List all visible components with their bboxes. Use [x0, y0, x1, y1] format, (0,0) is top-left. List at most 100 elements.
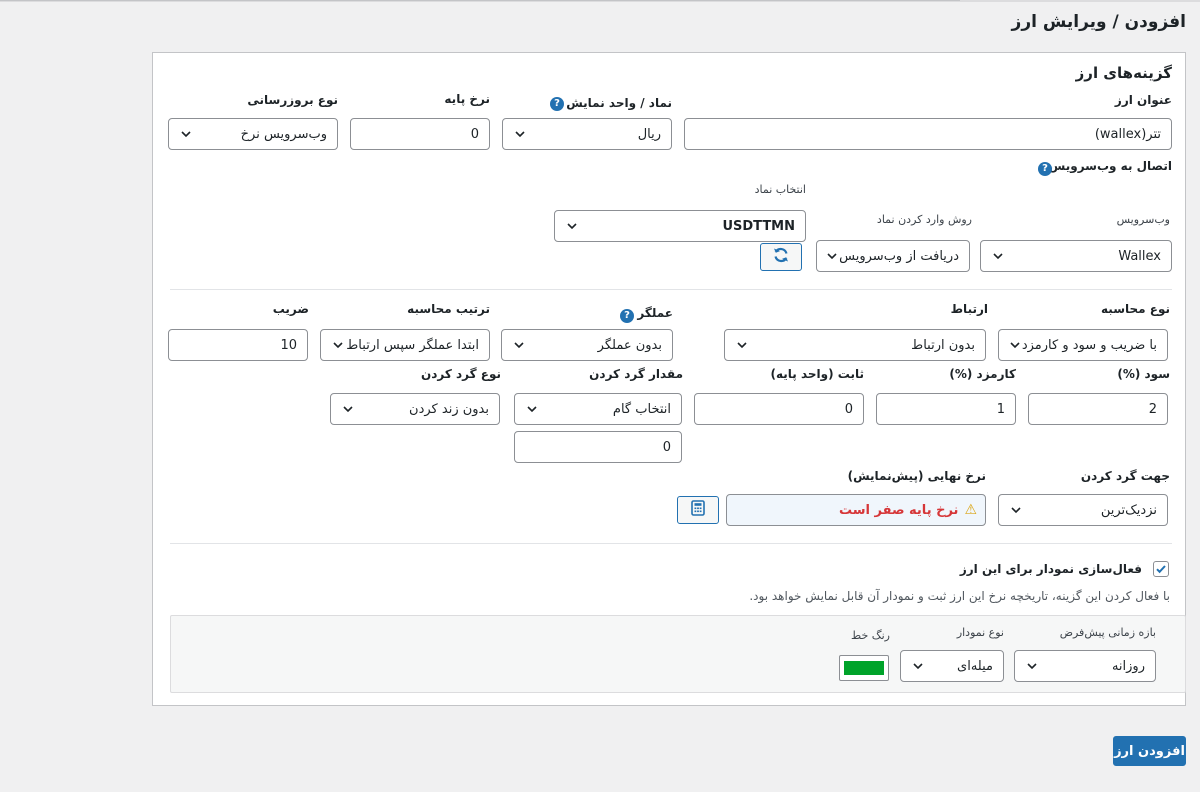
final-rate-preview: ⚠ نرخ پایه صفر است — [726, 494, 986, 526]
chevron-down-icon — [341, 402, 355, 416]
default-period-label: بازه زمانی پیش‌فرض — [1059, 626, 1156, 639]
operator-value: بدون عملگر — [597, 337, 662, 353]
select-symbol-select[interactable]: USDTTMN — [554, 210, 806, 242]
line-color-picker[interactable] — [839, 655, 889, 681]
base-rate-label: نرخ پایه — [444, 92, 490, 106]
symbol-input-method-label: روش وارد کردن نماد — [876, 213, 972, 226]
chevron-down-icon — [525, 402, 539, 416]
currency-title-value: تتر(wallex) — [1094, 126, 1161, 142]
add-currency-button[interactable]: افزودن ارز — [1113, 736, 1186, 766]
checkmark-icon — [1155, 560, 1167, 579]
symbol-select[interactable]: ریال — [502, 118, 672, 150]
link-label: ارتباط — [950, 302, 988, 316]
fixed-label: ثابت (واحد پایه) — [770, 367, 865, 381]
rounding-amount-label: مقدار گرد کردن — [589, 367, 683, 381]
rounding-type-select[interactable]: بدون زند کردن — [330, 393, 500, 425]
symbol-label: نماد / واحد نمایش — [566, 96, 672, 110]
profit-input[interactable]: 2 — [1028, 393, 1168, 425]
chart-type-value: میله‌ای — [957, 658, 993, 674]
default-period-select[interactable]: روزانه — [1014, 650, 1156, 682]
symbol-input-method-value: دریافت از وب‌سرویس — [839, 248, 959, 264]
fee-value: 1 — [996, 401, 1005, 417]
webservice-section-label: اتصال به وب‌سرویس — [1048, 159, 1172, 173]
line-color-swatch — [844, 661, 884, 675]
chart-description: با فعال کردن این گزینه، تاریخچه نرخ این … — [749, 589, 1170, 603]
base-rate-value: 0 — [470, 126, 479, 142]
final-rate-label: نرخ نهایی (پیش‌نمایش) — [847, 469, 986, 483]
refresh-icon — [772, 246, 790, 268]
chart-enable-checkbox[interactable] — [1153, 561, 1169, 577]
update-type-value: وب‌سرویس نرخ — [240, 126, 327, 142]
multiplier-label: ضریب — [272, 302, 309, 316]
operator-help-icon[interactable]: ? — [620, 309, 634, 323]
top-border-line — [0, 0, 960, 1]
chevron-down-icon — [911, 659, 925, 673]
rounding-type-value: بدون زند کردن — [409, 401, 489, 417]
link-value: بدون ارتباط — [911, 337, 975, 353]
calculator-icon — [691, 500, 705, 520]
chevron-down-icon — [565, 219, 579, 233]
select-symbol-value: USDTTMN — [722, 218, 795, 234]
calc-order-select[interactable]: ابتدا عملگر سپس ارتباط — [320, 329, 490, 361]
chevron-down-icon — [735, 338, 749, 352]
final-rate-value: نرخ پایه صفر است — [838, 502, 959, 518]
rounding-amount-custom-input[interactable]: 0 — [514, 431, 682, 463]
profit-label: سود (%) — [1117, 367, 1170, 381]
rounding-amount-value: انتخاب گام — [612, 401, 671, 417]
chart-enable-label: فعال‌سازی نمودار برای این ارز — [959, 562, 1142, 576]
chevron-down-icon — [825, 249, 839, 263]
divider — [170, 289, 1172, 290]
fee-label: کارمزد (%) — [949, 367, 1016, 381]
chevron-down-icon — [1025, 659, 1039, 673]
symbol-value: ریال — [637, 126, 661, 142]
chevron-down-icon — [179, 127, 193, 141]
divider — [170, 543, 1172, 544]
multiplier-input[interactable]: 10 — [168, 329, 308, 361]
chevron-down-icon — [513, 127, 527, 141]
calc-order-label: ترتیب محاسبه — [407, 302, 490, 316]
currency-title-label: عنوان ارز — [1114, 93, 1172, 107]
rounding-direction-label: جهت گرد کردن — [1080, 469, 1170, 483]
update-type-label: نوع بروزرسانی — [247, 93, 338, 107]
rounding-type-label: نوع گرد کردن — [420, 367, 501, 381]
operator-select[interactable]: بدون عملگر — [501, 329, 673, 361]
warning-icon: ⚠ — [964, 502, 977, 518]
chevron-down-icon — [1008, 338, 1022, 352]
chevron-down-icon — [331, 338, 345, 352]
chart-type-label: نوع نمودار — [956, 626, 1004, 639]
default-period-value: روزانه — [1111, 658, 1145, 674]
multiplier-value: 10 — [280, 337, 297, 353]
rounding-amount-select[interactable]: انتخاب گام — [514, 393, 682, 425]
fixed-value: 0 — [844, 401, 853, 417]
base-rate-input[interactable]: 0 — [350, 118, 490, 150]
service-label: وب‌سرویس — [1116, 213, 1170, 226]
chevron-down-icon — [512, 338, 526, 352]
operator-label: عملگر — [637, 306, 673, 320]
calc-type-label: نوع محاسبه — [1101, 302, 1170, 316]
page-title: افزودن / ویرایش ارز — [1011, 12, 1186, 32]
link-select[interactable]: بدون ارتباط — [724, 329, 986, 361]
currency-title-input[interactable]: تتر(wallex) — [684, 118, 1172, 150]
rounding-direction-value: نزدیک‌ترین — [1100, 502, 1157, 518]
symbol-help-icon[interactable]: ? — [550, 97, 564, 111]
chevron-down-icon — [991, 249, 1005, 263]
chevron-down-icon — [1009, 503, 1023, 517]
webservice-help-icon[interactable]: ? — [1038, 162, 1052, 176]
calculator-button[interactable] — [677, 496, 719, 524]
service-value: Wallex — [1118, 248, 1161, 264]
chart-type-select[interactable]: میله‌ای — [900, 650, 1004, 682]
update-type-select[interactable]: وب‌سرویس نرخ — [168, 118, 338, 150]
calc-type-select[interactable]: با ضریب و سود و کارمزد — [998, 329, 1168, 361]
fee-input[interactable]: 1 — [876, 393, 1016, 425]
fixed-input[interactable]: 0 — [694, 393, 864, 425]
rounding-direction-select[interactable]: نزدیک‌ترین — [998, 494, 1168, 526]
select-symbol-label: انتخاب نماد — [754, 183, 806, 196]
service-select[interactable]: Wallex — [980, 240, 1172, 272]
section-title: گزینه‌های ارز — [1075, 64, 1172, 82]
rounding-amount-custom-value: 0 — [662, 439, 671, 455]
symbol-input-method-select[interactable]: دریافت از وب‌سرویس — [816, 240, 970, 272]
profit-value: 2 — [1148, 401, 1157, 417]
calc-type-value: با ضریب و سود و کارمزد — [1021, 337, 1157, 353]
refresh-button[interactable] — [760, 243, 802, 271]
line-color-label: رنگ خط — [851, 629, 890, 642]
